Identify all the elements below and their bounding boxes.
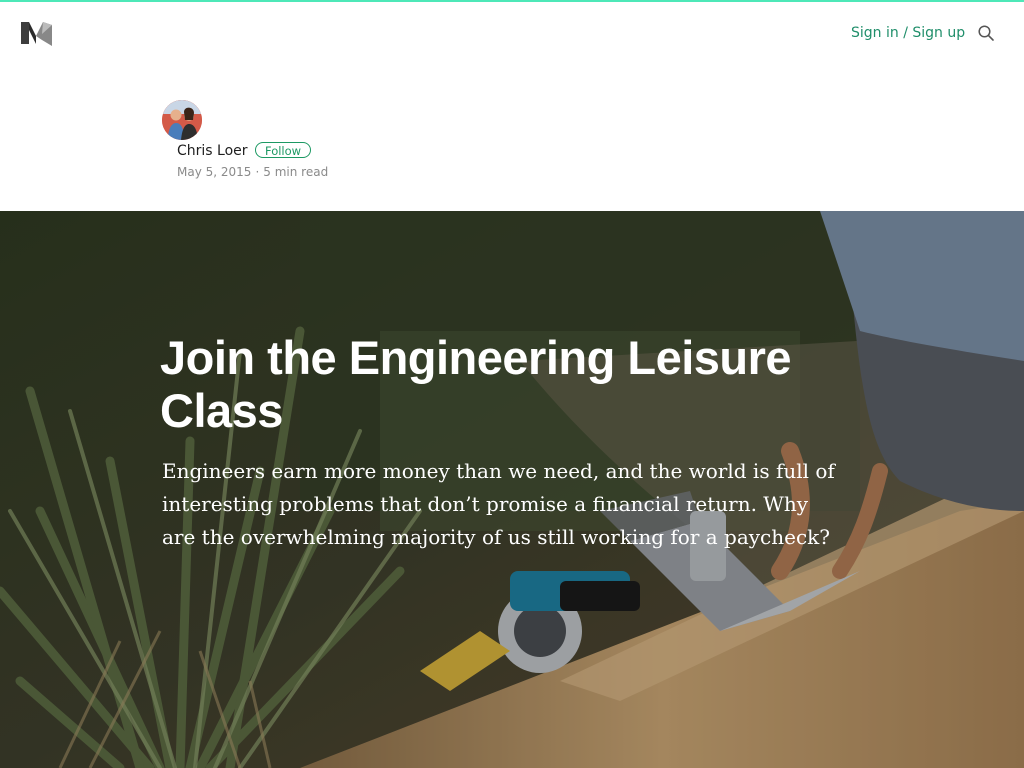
top-navigation-bar: Sign in / Sign up [0, 2, 1024, 64]
article-title: Join the Engineering Leisure Class [160, 331, 792, 437]
search-icon[interactable] [977, 24, 995, 42]
follow-button[interactable]: Follow [255, 142, 312, 158]
hero-image-section: Join the Engineering Leisure Class Engin… [0, 211, 1024, 768]
publish-date: May 5, 2015 [177, 165, 252, 179]
post-meta: May 5, 2015 · 5 min read [177, 165, 328, 180]
read-time: 5 min read [263, 165, 329, 179]
meta-separator: · [255, 165, 260, 179]
author-name-link[interactable]: Chris Loer [177, 142, 248, 160]
author-byline: Chris Loer Follow May 5, 2015 · 5 min read [162, 100, 562, 190]
sign-in-sign-up-link[interactable]: Sign in / Sign up [851, 24, 965, 42]
medium-logo-icon[interactable] [20, 20, 53, 46]
author-avatar[interactable] [162, 100, 202, 140]
article-subtitle: Engineers earn more money than we need, … [162, 459, 835, 549]
